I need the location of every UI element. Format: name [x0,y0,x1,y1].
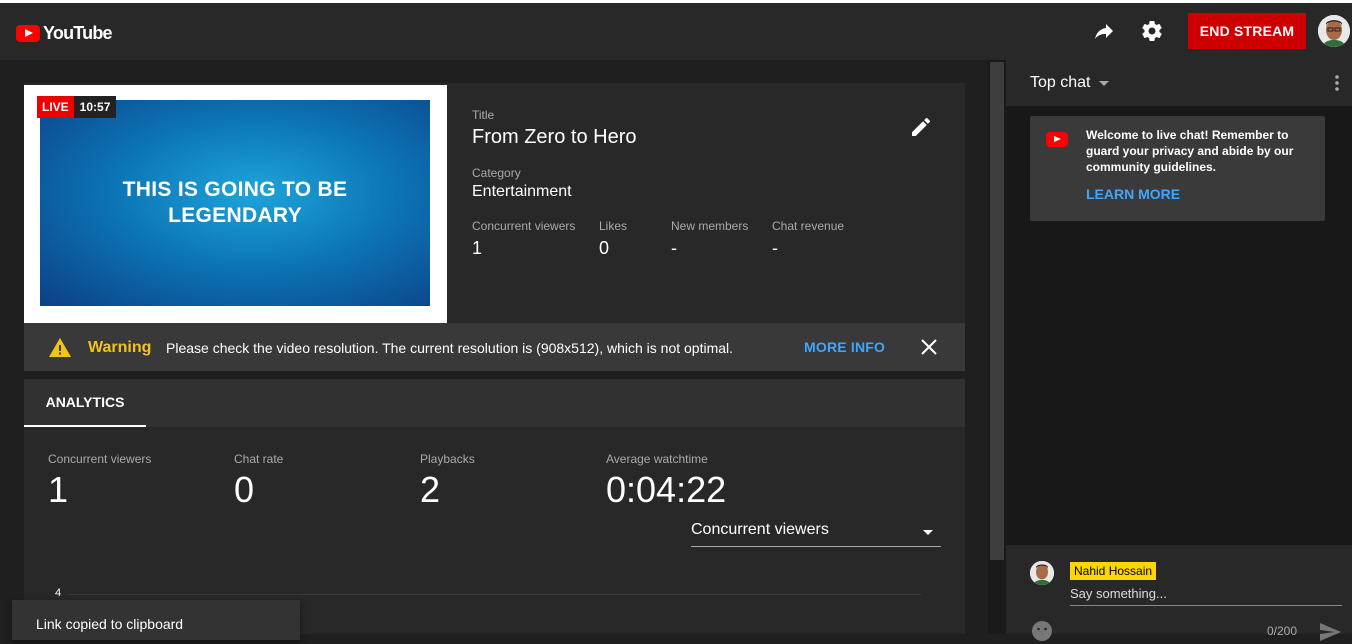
learn-more-link[interactable]: LEARN MORE [1086,186,1180,202]
main-scrollbar[interactable] [988,60,1006,634]
stat-label: New members [671,219,749,233]
stat-label: Concurrent viewers [472,219,576,233]
more-info-link[interactable]: MORE INFO [804,339,885,355]
youtube-icon [1046,132,1068,147]
warning-title: Warning [88,339,152,356]
live-time: 10:57 [73,96,117,118]
send-icon[interactable] [1318,620,1342,644]
avatar-face-icon [1030,561,1054,585]
kebab-icon[interactable] [1334,74,1340,92]
youtube-play-icon [16,25,40,42]
user-avatar[interactable] [1318,15,1350,47]
chart-y-tick: 4 [55,587,62,599]
metric-value: 2 [420,469,441,510]
stat-value: - [671,238,677,258]
tab-analytics[interactable]: ANALYTICS [24,379,146,427]
dropdown-icon [923,530,933,535]
chat-mode-selector[interactable]: Top chat [1030,74,1090,92]
toast-message: Link copied to clipboard [36,616,184,632]
close-icon[interactable] [918,336,940,358]
emoji-icon[interactable] [1031,620,1053,642]
warning-icon [49,338,71,357]
stream-thumbnail[interactable]: THIS IS GOING TO BE LEGENDARY [40,100,430,306]
chat-message-input[interactable]: Say something... [1070,586,1342,606]
analytics-tab-bar [24,379,965,427]
welcome-message: Welcome to live chat! Remember to guard … [1086,128,1294,174]
share-icon[interactable] [1092,19,1116,43]
user-name-badge: Nahid Hossain [1070,562,1157,580]
avatar [1030,561,1054,585]
end-stream-button[interactable]: END STREAM [1188,13,1306,49]
stream-title: From Zero to Hero [472,126,637,148]
stat-value: - [772,238,778,258]
live-badge: LIVE 10:57 [36,96,117,118]
metric-label: Chat rate [234,452,284,466]
chevron-down-icon[interactable] [1099,81,1109,86]
stat-label: Likes [599,219,628,233]
metric-label: Average watchtime [606,452,708,466]
metric-selector[interactable]: Concurrent viewers [691,517,941,547]
stat-value: 1 [472,238,483,258]
stat-label: Chat revenue [772,219,845,233]
title-label: Title [472,108,495,122]
metric-label: Playbacks [420,452,475,466]
category-label: Category [472,166,521,180]
live-label: LIVE [36,96,74,118]
scrollbar-thumb[interactable] [990,62,1004,560]
metric-value: 0 [234,469,255,510]
stream-category: Entertainment [472,183,572,200]
avatar-face-icon [1318,15,1350,47]
metric-value: 0:04:22 [606,469,727,510]
edit-icon[interactable] [909,115,933,139]
metric-value: 1 [48,469,69,510]
logo-text: YouTube [43,23,113,43]
thumbnail-text: THIS IS GOING TO BE LEGENDARY [122,178,348,227]
stat-value: 0 [599,238,610,258]
youtube-logo[interactable]: YouTube [16,23,113,44]
chart-gridline [68,594,921,595]
toast-notification: Link copied to clipboard [12,600,300,640]
gear-icon[interactable] [1140,19,1164,43]
metric-selector-value: Concurrent viewers [691,521,829,538]
char-count: 0/200 [1267,624,1298,638]
warning-message: Please check the video resolution. The c… [166,340,734,356]
metric-label: Concurrent viewers [48,452,152,466]
